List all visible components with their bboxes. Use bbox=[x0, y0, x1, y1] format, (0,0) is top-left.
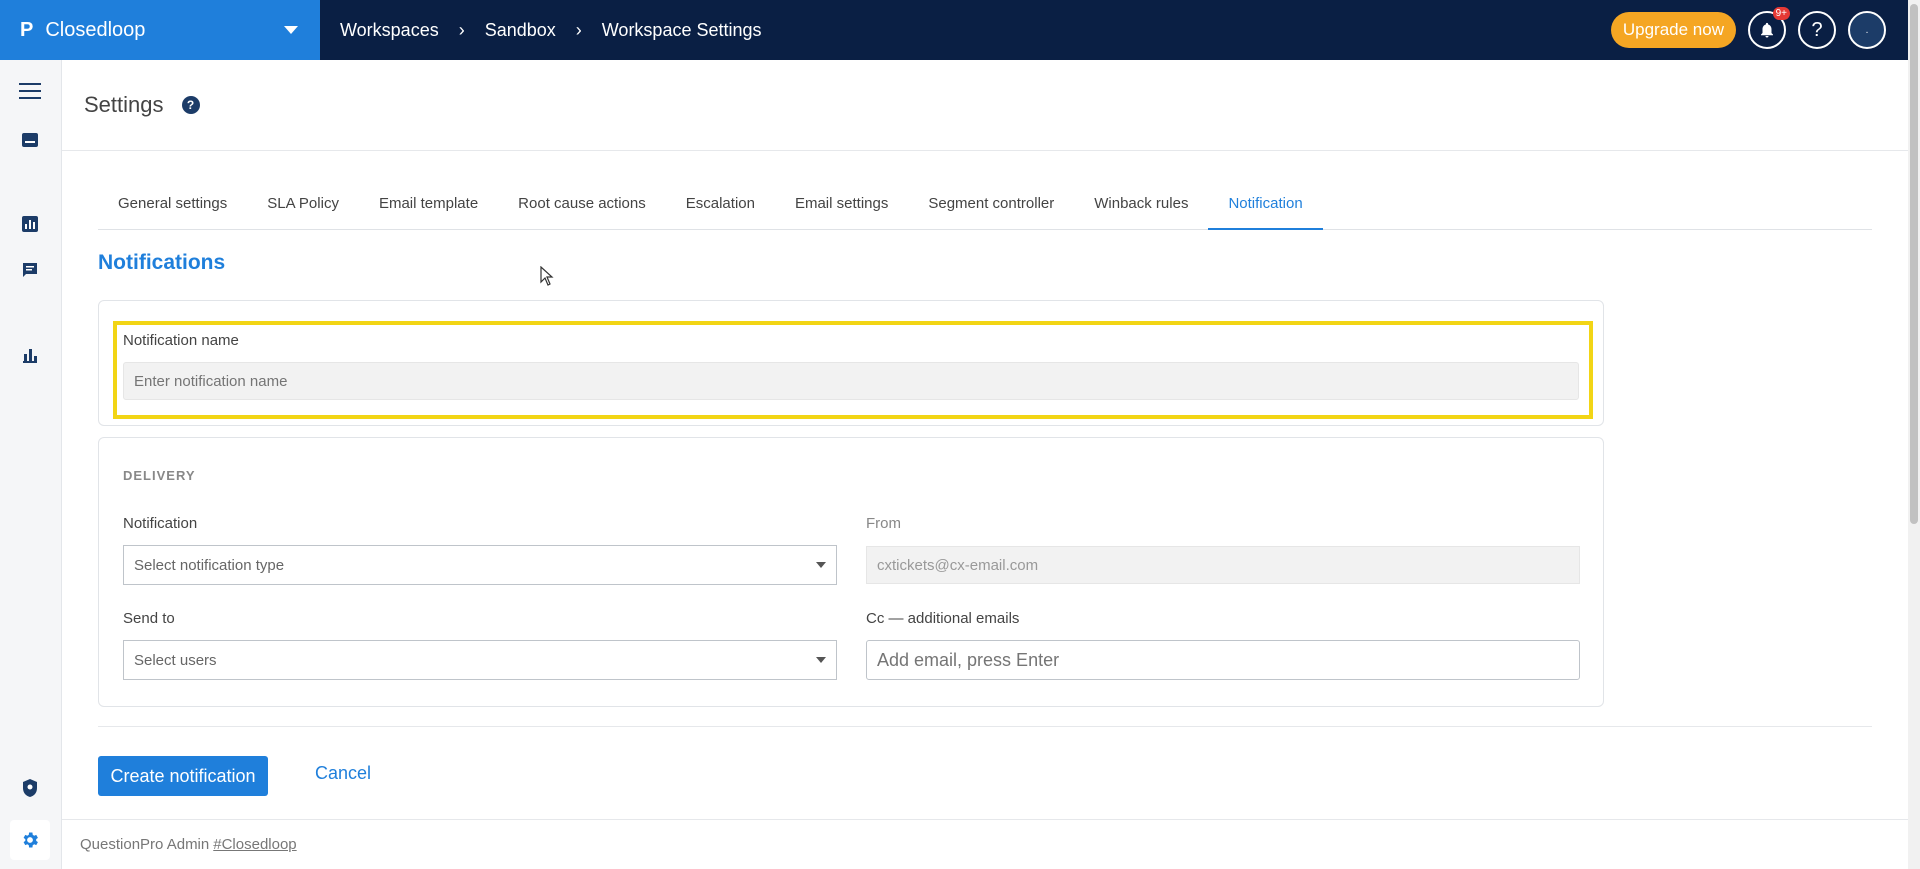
notification-name-label: Notification name bbox=[123, 332, 239, 349]
brand-logo-icon: P bbox=[20, 18, 34, 41]
footer-text: QuestionPro Admin bbox=[80, 836, 210, 853]
tab-segment-controller[interactable]: Segment controller bbox=[908, 189, 1074, 230]
left-sidebar bbox=[0, 60, 62, 869]
tab-root-cause-actions[interactable]: Root cause actions bbox=[498, 189, 666, 230]
create-notification-button[interactable]: Create notification bbox=[98, 756, 268, 796]
caret-down-icon bbox=[816, 657, 826, 663]
notification-type-select[interactable]: Select notification type bbox=[123, 545, 837, 585]
menu-icon[interactable] bbox=[19, 80, 41, 102]
cancel-button[interactable]: Cancel bbox=[315, 763, 371, 784]
footer-link[interactable]: #Closedloop bbox=[213, 836, 296, 853]
top-right-actions: Upgrade now 9+ ? . bbox=[1610, 7, 1908, 49]
workspace-switcher[interactable]: P Closedloop bbox=[0, 0, 320, 60]
main-content: Settings ? General settings SLA Policy E… bbox=[62, 60, 1908, 869]
tab-email-settings[interactable]: Email settings bbox=[775, 189, 908, 230]
cc-email-input[interactable] bbox=[866, 640, 1580, 680]
tab-email-template[interactable]: Email template bbox=[359, 189, 498, 230]
breadcrumb-workspaces[interactable]: Workspaces bbox=[340, 20, 439, 41]
notification-type-label: Notification bbox=[123, 515, 198, 532]
analytics-icon[interactable] bbox=[19, 344, 41, 366]
tab-winback-rules[interactable]: Winback rules bbox=[1074, 189, 1208, 230]
bell-icon bbox=[1761, 22, 1773, 38]
question-icon: ? bbox=[1811, 18, 1823, 41]
from-label: From bbox=[866, 515, 901, 532]
report-icon[interactable] bbox=[19, 213, 41, 235]
breadcrumb-sandbox[interactable]: Sandbox bbox=[485, 20, 556, 41]
chevron-right-icon: › bbox=[575, 19, 582, 40]
chevron-right-icon: › bbox=[458, 19, 465, 40]
help-circle-icon[interactable]: ? bbox=[181, 96, 200, 114]
notification-count-badge: 9+ bbox=[1772, 7, 1790, 20]
page-title: Settings bbox=[84, 92, 164, 117]
inbox-icon[interactable] bbox=[19, 129, 41, 151]
user-icon: . bbox=[1865, 24, 1869, 36]
upgrade-button[interactable]: Upgrade now bbox=[1610, 12, 1736, 48]
shield-icon[interactable] bbox=[19, 777, 41, 799]
top-bar: P Closedloop Workspaces › Sandbox › Work… bbox=[0, 0, 1908, 60]
delivery-heading: DELIVERY bbox=[123, 468, 196, 483]
help-button[interactable]: ? bbox=[1798, 11, 1836, 49]
avatar[interactable]: . bbox=[1848, 11, 1886, 49]
mouse-cursor-icon bbox=[540, 266, 554, 286]
tab-escalation[interactable]: Escalation bbox=[666, 189, 775, 230]
send-to-select[interactable]: Select users bbox=[123, 640, 837, 680]
caret-down-icon bbox=[816, 562, 826, 568]
chat-icon[interactable] bbox=[19, 259, 41, 281]
footer: QuestionPro Admin #Closedloop bbox=[62, 819, 1908, 869]
gear-icon bbox=[23, 832, 38, 848]
tab-sla-policy[interactable]: SLA Policy bbox=[247, 189, 359, 230]
settings-tabs: General settings SLA Policy Email templa… bbox=[98, 189, 1872, 230]
settings-nav-item[interactable] bbox=[10, 820, 50, 860]
from-field: cxtickets@cx-email.com bbox=[866, 546, 1580, 584]
send-to-placeholder: Select users bbox=[134, 651, 217, 669]
page-header: Settings ? bbox=[62, 60, 1908, 151]
notification-type-placeholder: Select notification type bbox=[134, 556, 285, 574]
breadcrumb-workspace-settings: Workspace Settings bbox=[601, 19, 762, 40]
section-title: Notifications bbox=[98, 251, 226, 274]
brand-name: Closedloop bbox=[45, 18, 146, 41]
tab-general-settings[interactable]: General settings bbox=[98, 189, 247, 230]
page-scrollbar[interactable] bbox=[1908, 0, 1920, 869]
send-to-label: Send to bbox=[123, 610, 175, 627]
tab-notification[interactable]: Notification bbox=[1208, 189, 1323, 230]
breadcrumb: Workspaces › Sandbox › Workspace Setting… bbox=[320, 20, 762, 41]
chevron-down-icon[interactable] bbox=[284, 26, 298, 34]
notifications-button[interactable]: 9+ bbox=[1748, 7, 1790, 49]
notification-name-input[interactable] bbox=[123, 362, 1579, 400]
form-divider bbox=[98, 726, 1872, 727]
cc-label: Cc — additional emails bbox=[866, 610, 1020, 627]
scroll-thumb[interactable] bbox=[1910, 4, 1918, 524]
